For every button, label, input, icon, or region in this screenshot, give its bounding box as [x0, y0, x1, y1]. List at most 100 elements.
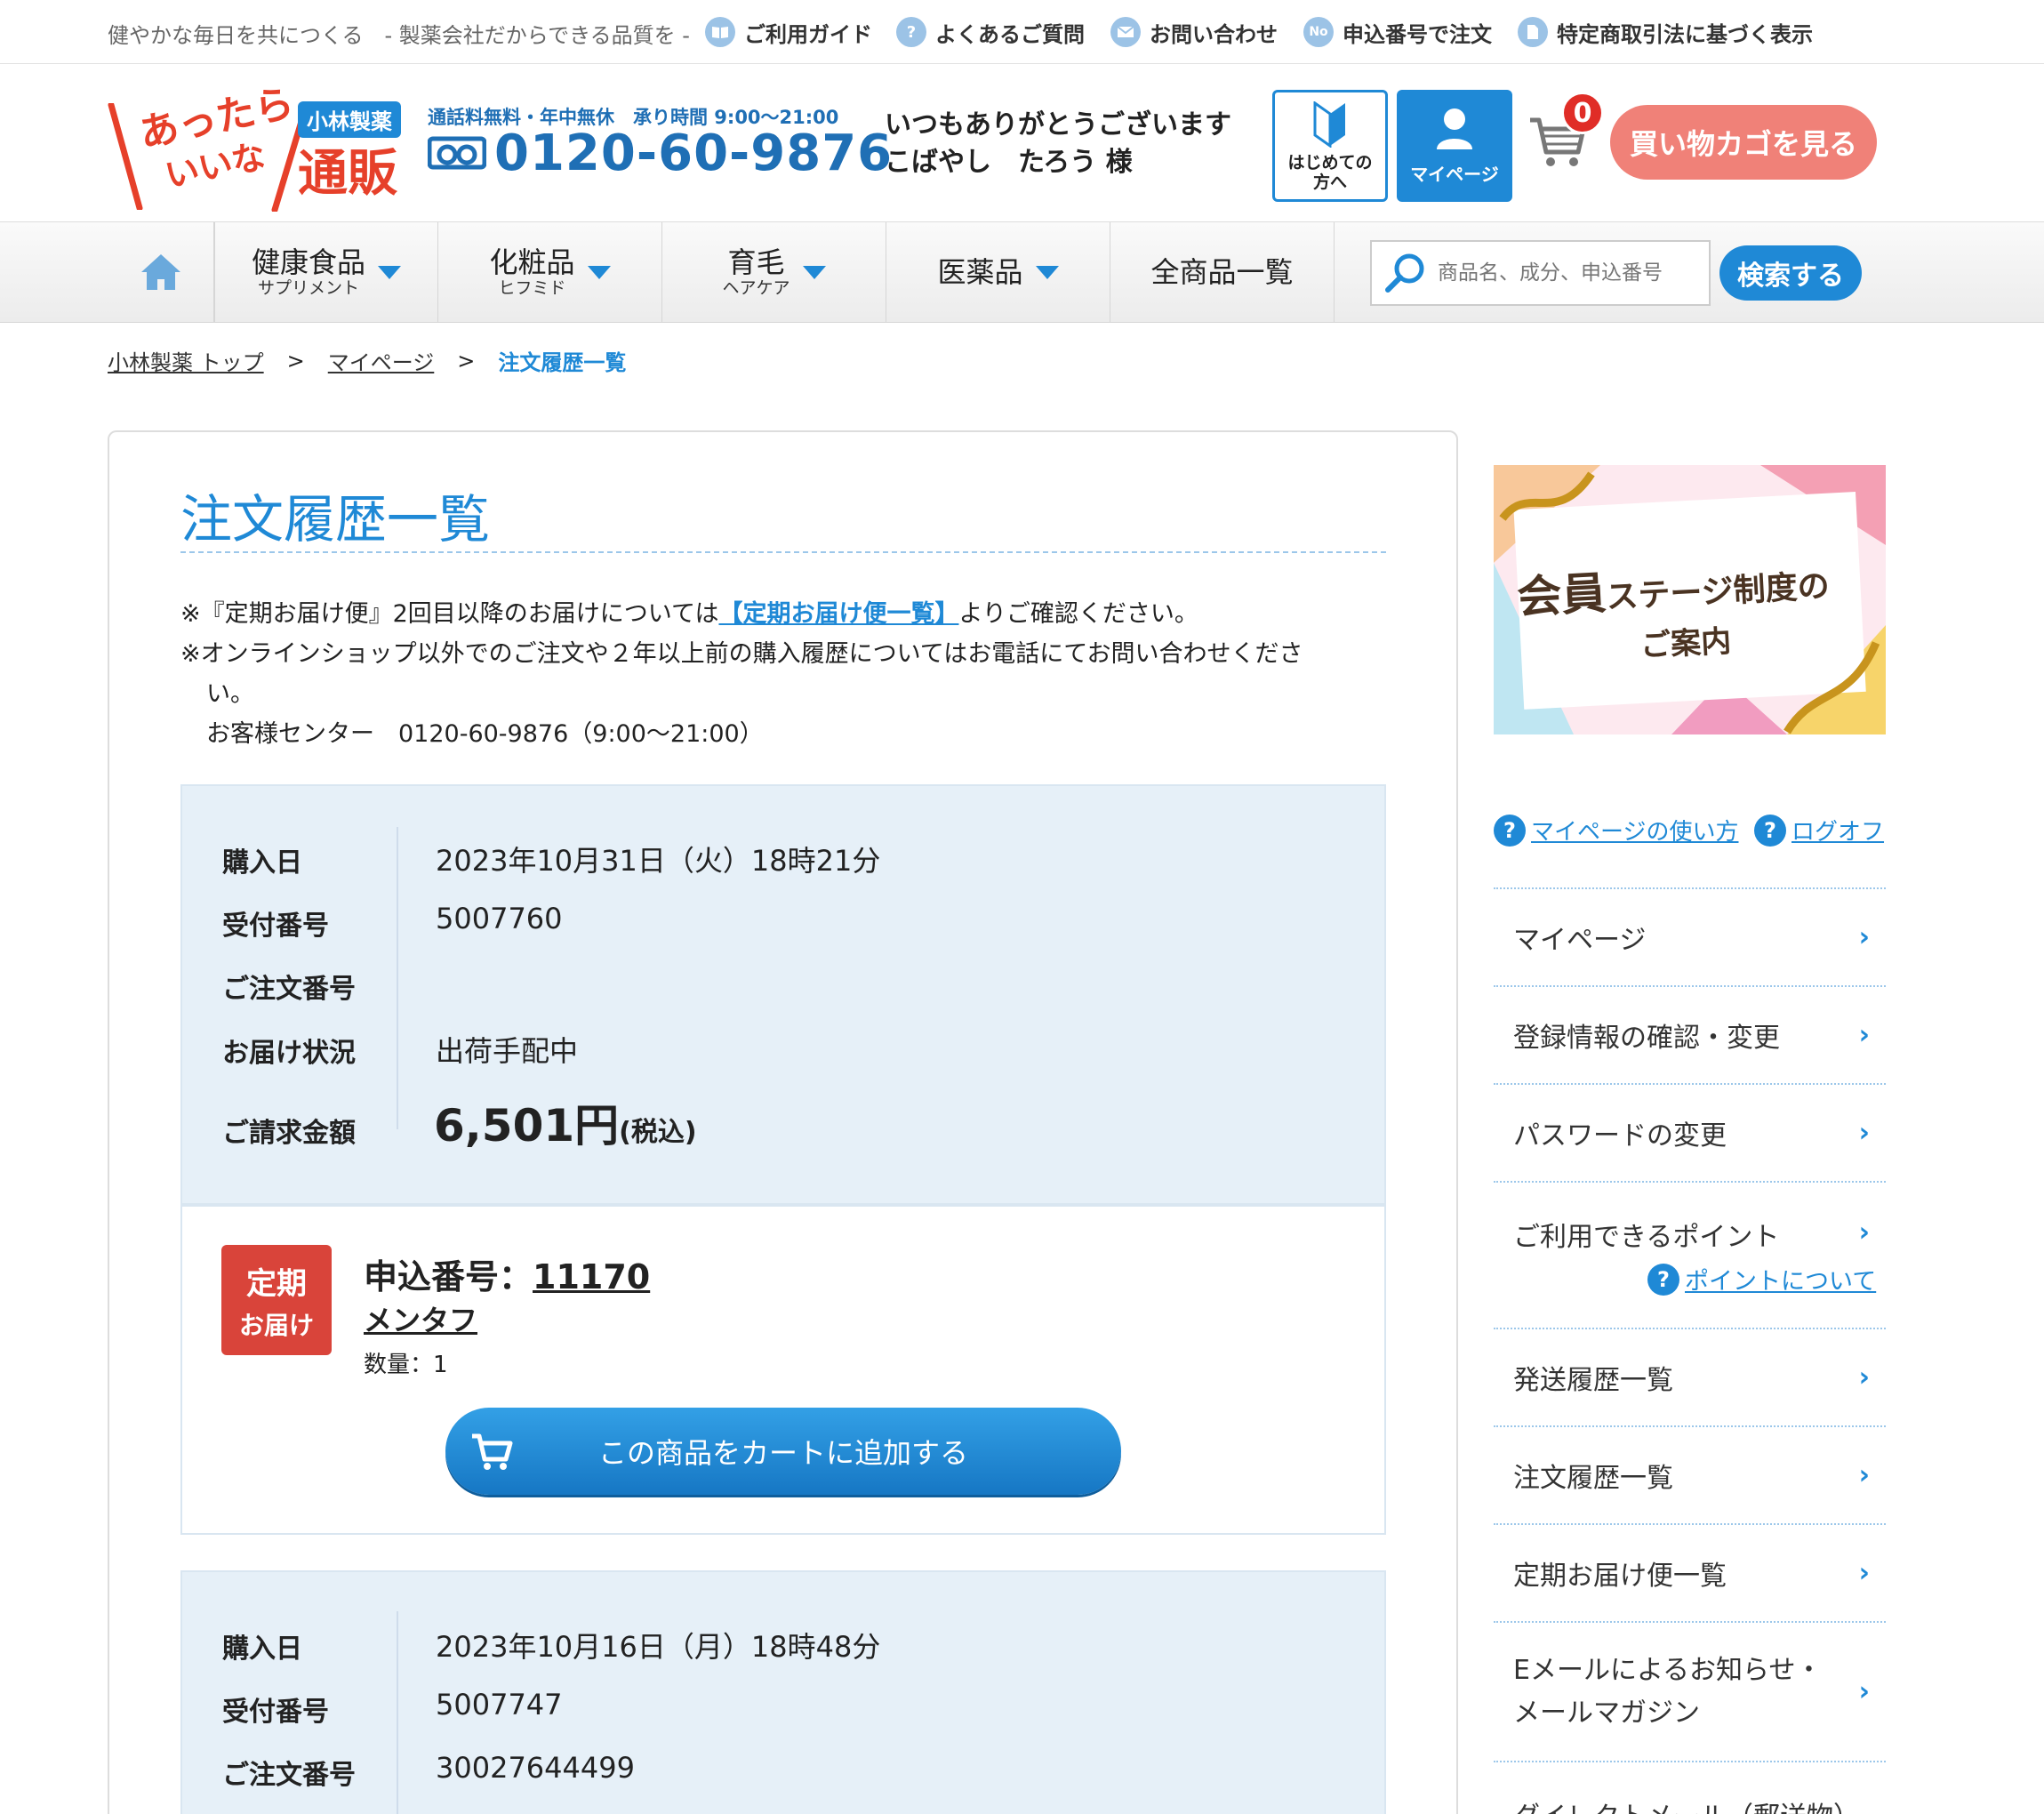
search-icon	[1385, 253, 1424, 293]
breadcrumb-mypage[interactable]: マイページ	[328, 345, 435, 376]
sidebar-item-email[interactable]: Eメールによるお知らせ・ メールマガジン ›	[1494, 1621, 1886, 1761]
tagline: 健やかな毎日を共につくる - 製薬会社だからできる品質を -	[108, 23, 690, 48]
chevron-right-icon: ›	[1858, 1216, 1870, 1248]
sidebar-item-order-history[interactable]: 注文履歴一覧 ›	[1494, 1425, 1886, 1523]
note-subscription-suffix: よりご確認ください。	[958, 600, 1198, 628]
beginner-mark-icon	[1313, 101, 1345, 148]
breadcrumb-separator: >	[286, 348, 305, 373]
dropdown-triangle-icon	[587, 265, 611, 279]
note-subscription: ※『定期お届け便』2回目以降のお届けについては【定期お届け便一覧】よりご確認くだ…	[180, 594, 1198, 629]
greeting-user-name: こばやし たろう 様	[885, 147, 1133, 178]
amount-tax-note: (税込)	[619, 1117, 697, 1148]
sidebar-item-mypage[interactable]: マイページ ›	[1494, 887, 1886, 985]
points-info-label: ポイントについて	[1685, 1268, 1877, 1296]
search-button[interactable]: 検索する	[1719, 245, 1862, 301]
book-icon	[705, 17, 735, 47]
contact-link[interactable]: お問い合わせ	[1110, 16, 1278, 48]
order-by-number-link[interactable]: No 申込番号で注文	[1303, 16, 1492, 48]
mypage-usage-link[interactable]: ? マイページの使い方	[1494, 814, 1738, 847]
receipt-no-value: 5007760	[436, 902, 563, 935]
title-divider	[180, 551, 1386, 553]
view-cart-button[interactable]: 買い物カゴを見る	[1610, 105, 1877, 180]
product-quantity: 数量：1	[364, 1352, 448, 1378]
faq-link[interactable]: ? よくあるご質問	[896, 16, 1085, 48]
question-icon: ?	[1754, 814, 1786, 847]
subscription-badge-line1: 定期	[246, 1265, 307, 1302]
contact-link-label: お問い合わせ	[1150, 21, 1278, 47]
sidebar-item-label-line2: メールマガジン	[1513, 1697, 1700, 1729]
sidebar-item-direct-mail[interactable]: ダイレクトメール（郵送物）	[1494, 1761, 1886, 1814]
search-input[interactable]	[1438, 261, 1695, 285]
amount-value-group: 6,501円(税込)	[434, 1090, 697, 1154]
mypage-usage-label: マイページの使い方	[1531, 819, 1739, 846]
purchase-date-label: 購入日	[222, 1633, 302, 1665]
user-icon	[1437, 108, 1472, 149]
search-box[interactable]	[1370, 240, 1711, 306]
sidebar-item-subscription[interactable]: 定期お届け便一覧 ›	[1494, 1523, 1886, 1621]
banner-title-stage: ステージ制度の	[1605, 567, 1831, 616]
nav-medicine[interactable]: 医薬品	[886, 222, 1110, 322]
question-icon: ?	[896, 17, 926, 47]
logo-brand-badge: 小林製薬	[298, 101, 401, 138]
cart-count-badge: 0	[1561, 92, 1604, 134]
nav-cosmetics[interactable]: 化粧品 ヒフミド	[438, 222, 662, 322]
note-history-line2: い。	[206, 680, 254, 708]
first-time-label-2: 方へ	[1312, 173, 1347, 192]
receipt-no-label: 受付番号	[222, 911, 329, 942]
logoff-label: ログオフ	[1792, 819, 1885, 846]
logoff-link[interactable]: ? ログオフ	[1754, 814, 1884, 847]
nav-home[interactable]	[108, 222, 214, 322]
add-to-cart-button[interactable]: この商品をカートに追加する	[445, 1408, 1121, 1495]
sidebar-item-password[interactable]: パスワードの変更 ›	[1494, 1083, 1886, 1181]
sidebar-item-label: パスワードの変更	[1513, 1120, 1727, 1152]
sidebar-item-label: Eメールによるお知らせ・	[1513, 1654, 1823, 1686]
delivery-status-label: お届け状況	[222, 1038, 356, 1069]
nav-hair-care-label: 育毛	[727, 245, 785, 279]
application-number-link[interactable]: 11170	[533, 1257, 650, 1296]
nav-medicine-label: 医薬品	[937, 255, 1023, 289]
nav-health-food-label: 健康食品	[251, 245, 365, 279]
question-icon: ?	[1494, 814, 1526, 847]
mypage-button[interactable]: マイページ	[1397, 90, 1512, 202]
sidebar-item-profile[interactable]: 登録情報の確認・変更 ›	[1494, 985, 1886, 1083]
order-no-label: ご注文番号	[222, 1760, 356, 1791]
note-history-line1: ※オンラインショップ以外でのご注文や２年以上前の購入履歴についてはお電話にてお問…	[180, 640, 1303, 668]
sidebar-item-label: マイページ	[1513, 925, 1647, 956]
receipt-no-value: 5007747	[436, 1688, 563, 1722]
subscription-list-link[interactable]: 【定期お届け便一覧】	[718, 600, 958, 628]
sidebar-item-label: 発送履歴一覧	[1513, 1365, 1673, 1396]
subscription-badge-line2: お届け	[238, 1310, 314, 1340]
dropdown-triangle-icon	[378, 265, 401, 279]
purchase-date-value: 2023年10月16日（月）18時48分	[436, 1630, 881, 1664]
faq-link-label: よくあるご質問	[935, 21, 1085, 47]
guide-link[interactable]: ご利用ガイド	[705, 16, 872, 48]
legal-notice-link[interactable]: 特定商取引法に基づく表示	[1518, 16, 1813, 48]
question-icon: ?	[1647, 1263, 1679, 1296]
sidebar-item-label: 注文履歴一覧	[1513, 1463, 1673, 1494]
purchase-date-label: 購入日	[222, 847, 302, 879]
member-stage-banner[interactable]: 会員ステージ制度の ご案内	[1494, 465, 1886, 734]
nav-hair-care[interactable]: 育毛 ヘアケア	[662, 222, 886, 322]
breadcrumb-top[interactable]: 小林製薬 トップ	[108, 345, 264, 376]
sidebar-item-label: 定期お届け便一覧	[1513, 1561, 1727, 1592]
nav-health-food-sub: サプリメント	[257, 277, 359, 298]
chevron-right-icon: ›	[1858, 1557, 1870, 1589]
amount-value: 6,501円	[434, 1100, 620, 1152]
banner-title-member: 会員	[1515, 566, 1607, 624]
order-no-value: 30027644499	[436, 1751, 635, 1785]
product-name-link[interactable]: メンタフ	[364, 1298, 477, 1339]
cart-icon	[472, 1433, 513, 1470]
points-info-link[interactable]: ? ポイントについて	[1647, 1262, 1876, 1296]
add-to-cart-label: この商品をカートに追加する	[597, 1436, 968, 1470]
nav-all-products[interactable]: 全商品一覧	[1110, 222, 1335, 322]
amount-label: ご請求金額	[222, 1118, 356, 1149]
first-time-button[interactable]: はじめての 方へ	[1272, 90, 1388, 202]
chevron-right-icon: ›	[1858, 1459, 1870, 1491]
chevron-right-icon: ›	[1858, 1019, 1870, 1051]
logo-text-line3: 通販	[298, 145, 397, 203]
sidebar-item-points[interactable]: ご利用できるポイント ›	[1494, 1181, 1886, 1328]
sidebar-item-shipping-history[interactable]: 発送履歴一覧 ›	[1494, 1328, 1886, 1425]
nav-health-food[interactable]: 健康食品 サプリメント	[214, 222, 438, 322]
order-by-number-label: 申込番号で注文	[1343, 21, 1492, 47]
free-dial-icon	[428, 133, 486, 173]
